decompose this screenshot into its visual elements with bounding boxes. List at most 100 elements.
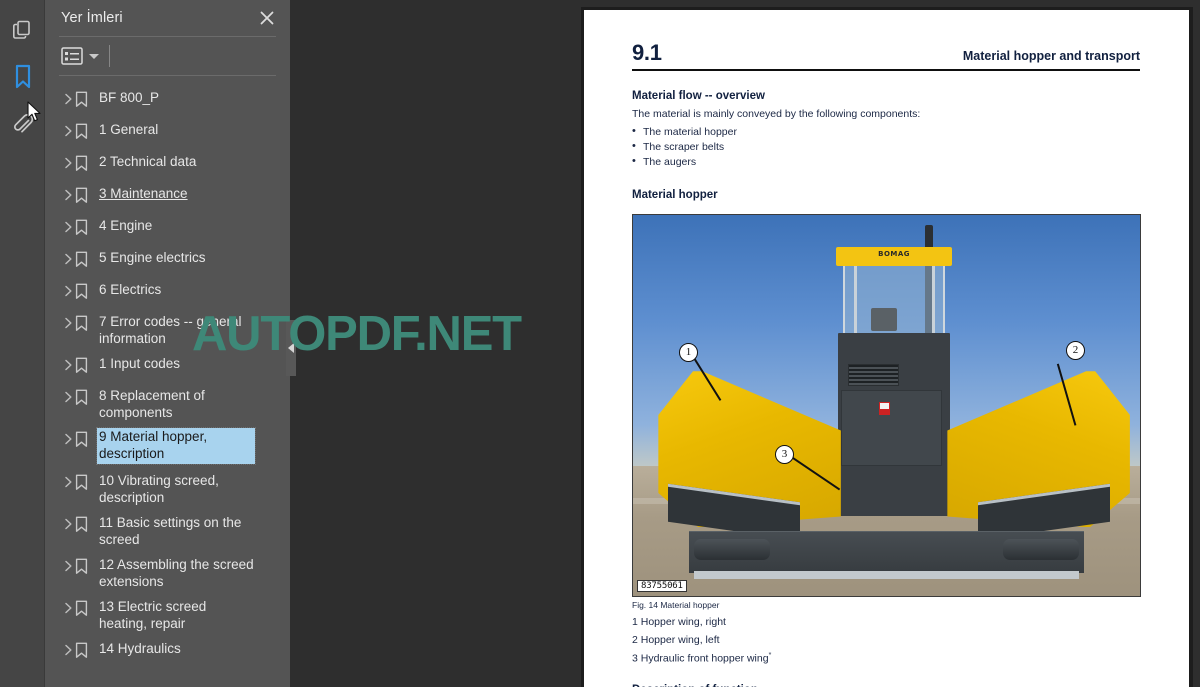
bookmark-icon <box>13 64 33 90</box>
bookmark-icon <box>75 155 99 177</box>
bookmark-item[interactable]: 4 Engine <box>45 213 259 245</box>
bookmarks-tree: BF 800_P 1 General 2 Technical data 3 Maint… <box>45 85 259 668</box>
bookmark-item-label: 5 Engine electrics <box>99 250 206 265</box>
chevron-right-icon[interactable] <box>61 189 75 203</box>
figure-legend-text: 2 Hopper wing, left <box>632 634 720 646</box>
chevron-right-icon[interactable] <box>61 560 75 574</box>
chevron-right-icon[interactable] <box>61 157 75 171</box>
chevron-right-icon[interactable] <box>61 359 75 373</box>
chevron-right-icon[interactable] <box>61 221 75 235</box>
bookmark-icon <box>75 283 99 305</box>
bookmark-item[interactable]: 12 Assembling the screed extensions <box>45 552 259 594</box>
section-number: 9.1 <box>632 40 662 65</box>
overview-bullet: The material hopper <box>632 124 1141 140</box>
bookmark-icon <box>75 357 99 379</box>
figure-image-number: 83755061 <box>637 580 687 592</box>
bookmark-icon <box>75 474 99 496</box>
chevron-right-icon[interactable] <box>61 125 75 139</box>
chevron-down-icon[interactable] <box>89 53 99 59</box>
list-options-icon[interactable] <box>61 47 83 65</box>
rail-item-bookmarks[interactable] <box>0 56 57 98</box>
attachment-icon <box>11 113 35 137</box>
bookmarks-toolbar <box>45 37 290 75</box>
figure-legend-item: 3 Hydraulic front hopper wing* <box>632 652 1141 665</box>
bookmark-icon <box>75 431 99 453</box>
rail-item-pages[interactable] <box>0 8 45 50</box>
overview-bullet: The scraper belts <box>632 139 1141 155</box>
bookmark-item-label: 2 Technical data <box>99 154 197 169</box>
chevron-right-icon[interactable] <box>61 518 75 532</box>
bookmark-item[interactable]: 9 Material hopper, description <box>45 425 259 468</box>
bookmark-item-label: 13 Electric screed heating, repair <box>99 599 207 631</box>
sidebar-icon-rail <box>0 0 57 687</box>
figure-cab-frame-right <box>932 266 936 341</box>
bookmark-icon <box>75 516 99 538</box>
figure-roller-left <box>693 538 770 560</box>
bookmark-item-label: 1 General <box>99 122 159 137</box>
bookmarks-tree-viewport: BF 800_P 1 General 2 Technical data 3 Maint… <box>45 80 290 687</box>
bookmark-item-label: 7 Error codes -- general information <box>99 314 242 346</box>
bookmark-item[interactable]: 2 Technical data <box>45 149 259 181</box>
close-icon[interactable] <box>258 9 276 27</box>
bookmark-item[interactable]: 7 Error codes -- general information <box>45 309 259 351</box>
chevron-right-icon[interactable] <box>61 253 75 267</box>
bookmark-item[interactable]: 1 General <box>45 117 259 149</box>
chevron-right-icon[interactable] <box>61 93 75 107</box>
bookmark-icon <box>75 91 99 113</box>
figure-screed-lip <box>693 571 1080 579</box>
figure-legend: 1 Hopper wing, right 2 Hopper wing, left 3… <box>632 616 1141 665</box>
chevron-right-icon[interactable] <box>61 476 75 490</box>
figure-warning-label <box>878 401 891 416</box>
pdf-reader-window: Yer İmleri BF 800_P 1 General 2 Technica… <box>0 0 1200 687</box>
figure-cab-frame-left <box>853 266 857 341</box>
figure-legend-text: 3 Hydraulic front hopper wing <box>632 652 769 665</box>
chevron-right-icon[interactable] <box>61 391 75 405</box>
chevron-right-icon[interactable] <box>61 285 75 299</box>
bookmark-item[interactable]: 11 Basic settings on the screed <box>45 510 259 552</box>
bookmark-item-label: 3 Maintenance <box>99 186 188 201</box>
bookmark-item[interactable]: 1 Input codes <box>45 351 259 383</box>
bookmark-item[interactable]: 6 Electrics <box>45 277 259 309</box>
chevron-right-icon[interactable] <box>61 317 75 331</box>
bookmark-item[interactable]: 14 Hydraulics <box>45 636 259 668</box>
figure-legend-item: 1 Hopper wing, right <box>632 616 1141 628</box>
figure-legend-footnote: * <box>768 652 772 659</box>
bookmark-item-label: 8 Replacement of components <box>99 388 205 420</box>
bookmark-item[interactable]: 3 Maintenance <box>45 181 259 213</box>
figure-grille <box>848 363 900 387</box>
bookmark-icon <box>75 389 99 411</box>
panel-collapse-handle[interactable] <box>286 320 296 376</box>
bookmark-item-label: 1 Input codes <box>99 356 181 371</box>
bookmarks-panel-title: Yer İmleri <box>61 10 123 26</box>
bookmark-icon <box>75 315 99 337</box>
bookmark-item-label: 4 Engine <box>99 218 153 233</box>
bookmark-item[interactable]: 13 Electric screed heating, repair <box>45 594 259 636</box>
bookmark-icon <box>75 600 99 622</box>
bookmark-item-label: 10 Vibrating screed, description <box>99 473 219 505</box>
chevron-right-icon[interactable] <box>61 602 75 616</box>
chevron-right-icon[interactable] <box>61 644 75 658</box>
figure-seat <box>871 308 897 332</box>
overview-bullet: The augers <box>632 154 1141 170</box>
bookmarks-panel: Yer İmleri BF 800_P 1 General 2 Technica… <box>45 0 319 687</box>
chevron-left-icon <box>288 343 294 353</box>
overview-bullet-list: The material hopperThe scraper beltsThe … <box>632 124 1141 170</box>
chevron-right-icon[interactable] <box>61 433 75 447</box>
figure-legend-text: 1 Hopper wing, right <box>632 616 726 628</box>
bookmark-item-label: 12 Assembling the screed extensions <box>99 557 254 589</box>
rail-item-attachments[interactable] <box>0 104 45 146</box>
bookmark-icon <box>75 219 99 241</box>
bookmarks-panel-header: Yer İmleri <box>45 0 290 36</box>
toolbar-separator <box>109 45 110 67</box>
bookmark-item[interactable]: 5 Engine electrics <box>45 245 259 277</box>
function-heading: Description of function <box>632 684 1141 687</box>
callout-1: 1 <box>679 343 698 362</box>
pdf-page: 9.1 Material hopper and transport Materi… <box>581 7 1193 687</box>
bookmark-item[interactable]: 8 Replacement of components <box>45 383 259 425</box>
figure-roller-right <box>1003 538 1080 560</box>
bookmark-item[interactable]: BF 800_P <box>45 85 259 117</box>
page-header: 9.1 Material hopper and transport <box>632 40 1140 71</box>
overview-heading: Material flow -- overview <box>632 90 765 102</box>
bookmark-icon <box>75 642 99 664</box>
bookmark-item[interactable]: 10 Vibrating screed, description <box>45 468 259 510</box>
